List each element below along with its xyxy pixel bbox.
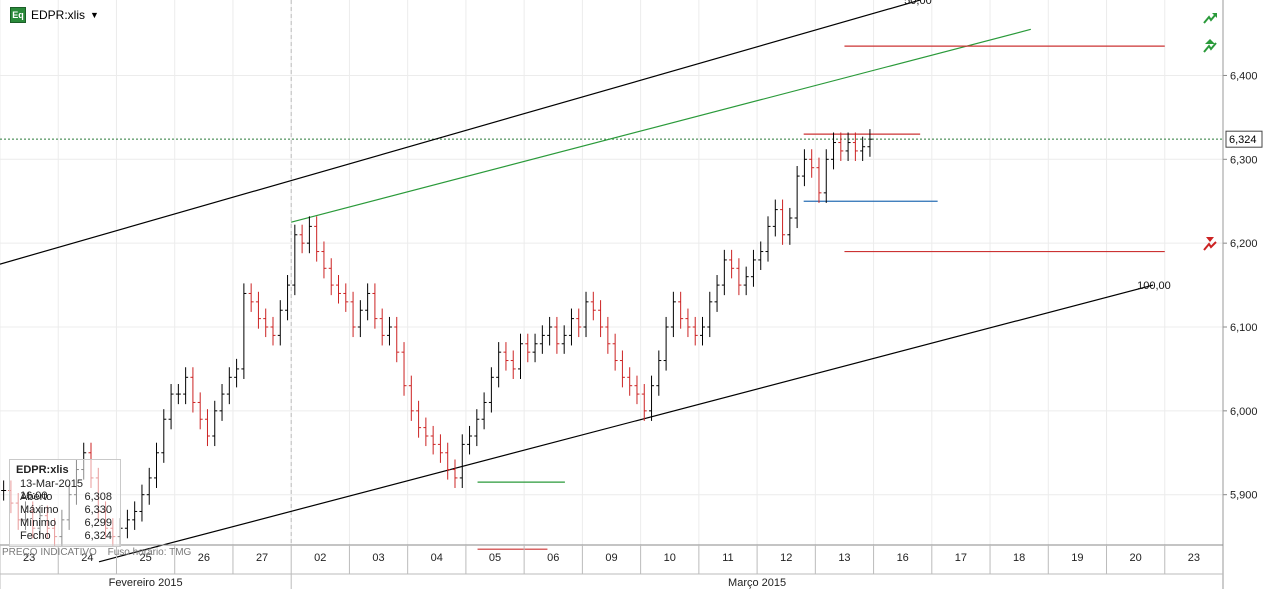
x-tick-label: 05	[489, 552, 501, 564]
x-tick-label: 18	[1013, 552, 1025, 564]
y-tick-label: 6,000	[1230, 406, 1258, 418]
ohlc-info-box: EDPR:xlis 13-Mar-2015 16:00 Aberto 6,308…	[9, 459, 121, 547]
info-value: 6,308	[84, 491, 112, 503]
y-tick-label: 5,900	[1230, 490, 1258, 502]
month-label: Fevereiro 2015	[109, 577, 183, 589]
chevron-down-icon[interactable]: ▼	[90, 10, 99, 20]
chart-window: 5,900 6,000 6,100 6,200 6,300 6,400 6,324 50,00…	[0, 0, 1276, 589]
trend-line	[291, 28, 1031, 223]
x-tick-label: 20	[1130, 552, 1142, 564]
y-tick-label: 6,100	[1230, 322, 1258, 334]
trend-up-icon[interactable]	[1202, 10, 1218, 26]
info-high-row: Máximo 6,330	[20, 504, 112, 516]
info-label: Aberto	[20, 491, 53, 503]
x-tick-label: 17	[955, 552, 967, 564]
x-tick-label: 27	[256, 552, 268, 564]
x-tick-label: 06	[547, 552, 559, 564]
x-tick-label: 19	[1071, 552, 1083, 564]
x-tick-label: 11	[722, 552, 733, 564]
y-tick-label: 6,300	[1230, 154, 1258, 166]
month-label: Março 2015	[728, 577, 786, 589]
x-tick-label: 10	[664, 552, 676, 564]
channel-label: 50,00	[904, 0, 932, 7]
x-tick-label: 23	[1188, 552, 1200, 564]
x-tick-label: 04	[431, 552, 443, 564]
x-tick-label: 09	[605, 552, 617, 564]
chart-header: Eq EDPR:xlis ▼	[10, 7, 99, 23]
y-tick-label: 6,400	[1230, 70, 1258, 82]
x-tick-label: 03	[372, 552, 384, 564]
equity-icon: Eq	[10, 7, 26, 23]
ohlc-chart[interactable]: 5,900 6,000 6,100 6,200 6,300 6,400 6,324 50,00…	[0, 0, 1276, 589]
info-value: 6,324	[84, 530, 112, 542]
alert-up-icon[interactable]	[1202, 38, 1218, 54]
last-price-label: 6,324	[1229, 134, 1257, 146]
info-value: 6,299	[84, 517, 112, 529]
channel-label: 100,00	[1137, 280, 1171, 292]
footnote: PREÇO INDICATIVO Fuso horário: TMG	[2, 547, 199, 558]
x-tick-label: 02	[314, 552, 326, 564]
info-value: 6,330	[84, 504, 112, 516]
x-tick-label: 26	[198, 552, 210, 564]
y-tick-label: 6,200	[1230, 238, 1258, 250]
x-tick-label: 16	[897, 552, 909, 564]
symbol-label[interactable]: EDPR:xlis	[31, 8, 85, 22]
timezone-note: Fuso horário: TMG	[107, 547, 192, 558]
info-label: Mínimo	[20, 517, 57, 529]
alert-down-icon[interactable]	[1202, 236, 1218, 252]
info-close-row: Fecho 6,324	[20, 530, 112, 542]
x-tick-label: 13	[838, 552, 850, 564]
x-tick-label: 12	[780, 552, 792, 564]
info-label: Fecho	[20, 530, 51, 542]
info-box-title: EDPR:xlis	[16, 464, 69, 476]
info-open-row: Aberto 6,308	[20, 491, 112, 503]
info-label: Máximo	[20, 504, 59, 516]
indicative-price-note: PREÇO INDICATIVO	[2, 547, 97, 558]
info-low-row: Mínimo 6,299	[20, 517, 112, 529]
